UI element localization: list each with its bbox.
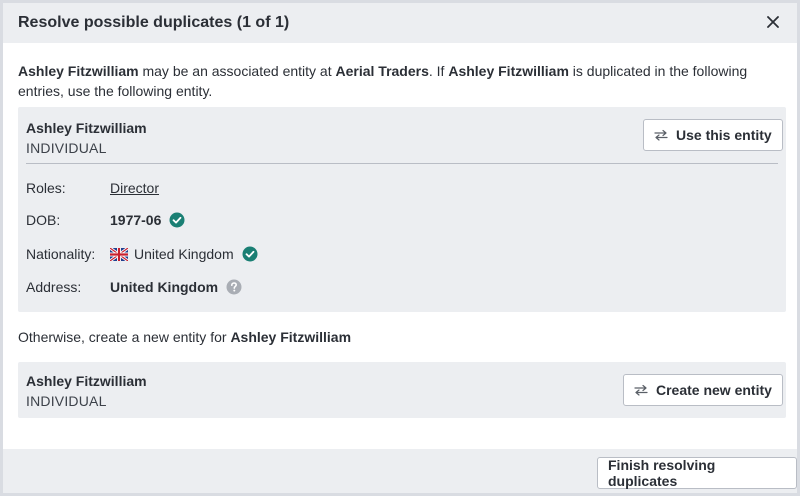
address-label: Address: — [26, 279, 82, 295]
entity-name-ref: Ashley Fitzwilliam — [230, 329, 352, 345]
swap-arrows-icon — [634, 384, 648, 396]
card-divider — [26, 163, 778, 164]
finish-resolving-button[interactable]: Finish resolving duplicates — [597, 457, 797, 489]
otherwise-text: Otherwise, create a new entity for Ashle… — [18, 329, 352, 345]
use-this-entity-button[interactable]: Use this entity — [643, 119, 783, 151]
close-button[interactable] — [763, 12, 783, 32]
roles-row: Roles: Director — [26, 178, 159, 198]
entity-name-ref: Ashley Fitzwilliam — [18, 63, 139, 79]
nationality-row: Nationality: United Kingdom — [26, 244, 258, 264]
dob-value: 1977-06 — [110, 212, 185, 228]
uk-flag-icon — [110, 247, 128, 261]
nationality-label: Nationality: — [26, 246, 96, 262]
create-new-entity-button[interactable]: Create new entity — [623, 374, 783, 406]
close-icon — [767, 16, 779, 28]
existing-entity-card: Ashley Fitzwilliam INDIVIDUAL Use this e… — [18, 107, 786, 312]
new-entity-name: Ashley Fitzwilliam — [26, 373, 147, 389]
address-value: United Kingdom — [110, 279, 242, 295]
dialog-title: Resolve possible duplicates (1 of 1) — [18, 14, 290, 31]
verified-check-icon — [242, 246, 258, 262]
resolve-duplicates-dialog: Resolve possible duplicates (1 of 1) Ash… — [0, 0, 800, 496]
dialog-footer: Finish resolving duplicates — [3, 449, 797, 493]
intro-text: Ashley Fitzwilliam may be an associated … — [18, 63, 748, 99]
dialog-header: Resolve possible duplicates (1 of 1) — [3, 3, 797, 43]
verified-check-icon — [169, 212, 185, 228]
nationality-value: United Kingdom — [110, 246, 258, 262]
entity-name-ref: Ashley Fitzwilliam — [448, 63, 569, 79]
question-mark-icon[interactable] — [226, 279, 242, 295]
roles-link[interactable]: Director — [110, 180, 159, 196]
address-row: Address: United Kingdom — [26, 277, 242, 297]
roles-label: Roles: — [26, 180, 66, 196]
existing-entity-name: Ashley Fitzwilliam — [26, 120, 147, 136]
existing-entity-type: INDIVIDUAL — [26, 140, 107, 156]
dob-row: DOB: 1977-06 — [26, 210, 185, 230]
swap-arrows-icon — [654, 129, 668, 141]
new-entity-card: Ashley Fitzwilliam INDIVIDUAL Create new… — [18, 362, 786, 418]
new-entity-type: INDIVIDUAL — [26, 393, 107, 409]
dob-label: DOB: — [26, 212, 61, 228]
company-name: Aerial Traders — [335, 63, 429, 79]
